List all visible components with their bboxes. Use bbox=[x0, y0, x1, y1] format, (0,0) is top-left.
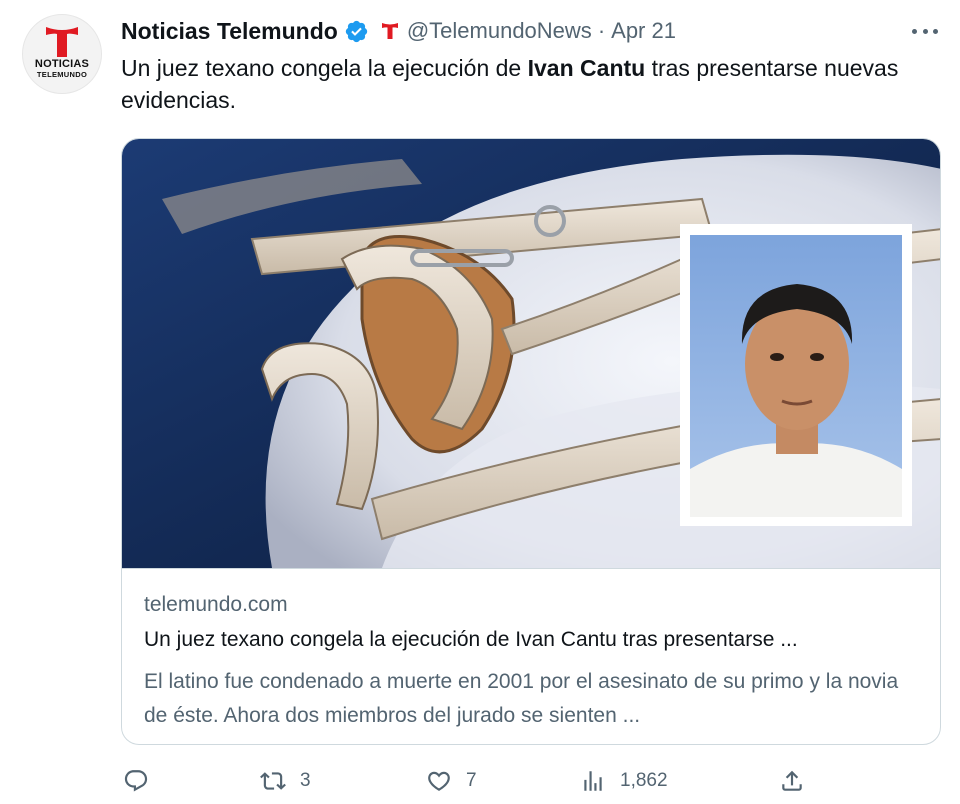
like-count: 7 bbox=[466, 770, 477, 791]
retweet-icon bbox=[260, 772, 286, 790]
display-name[interactable]: Noticias Telemundo bbox=[121, 18, 338, 45]
views-icon bbox=[584, 771, 602, 791]
reply-button[interactable] bbox=[123, 764, 163, 798]
tweet-text-before: Un juez texano congela la ejecución de bbox=[121, 55, 528, 81]
reply-icon bbox=[124, 770, 148, 792]
affiliate-badge-icon[interactable] bbox=[381, 21, 399, 41]
handle[interactable]: @TelemundoNews bbox=[407, 18, 592, 44]
tweet-text: Un juez texano congela la ejecución de I… bbox=[121, 52, 921, 116]
card-meta[interactable]: telemundo.com Un juez texano congela la … bbox=[122, 568, 940, 744]
avatar-line2: TELEMUNDO bbox=[36, 70, 88, 80]
share-button[interactable] bbox=[779, 764, 805, 798]
views-button[interactable]: 1,862 bbox=[580, 764, 668, 798]
tweet-text-bold: Ivan Cantu bbox=[527, 55, 646, 81]
more-icon[interactable] bbox=[912, 22, 938, 40]
card-domain: telemundo.com bbox=[144, 593, 288, 616]
share-icon bbox=[782, 770, 802, 791]
retweet-button[interactable]: 3 bbox=[260, 764, 311, 798]
tweet-header: Noticias Telemundo @TelemundoNews · Apr … bbox=[121, 14, 676, 48]
action-bar: 3 7 1,862 bbox=[121, 764, 811, 798]
link-card[interactable]: telemundo.com Un juez texano congela la … bbox=[121, 138, 941, 745]
avatar-brand-text: NOTICIAS TELEMUNDO bbox=[35, 59, 89, 79]
avatar[interactable]: NOTICIAS TELEMUNDO bbox=[22, 14, 102, 94]
like-button[interactable]: 7 bbox=[426, 764, 477, 798]
avatar-line1: NOTICIAS bbox=[34, 58, 90, 71]
separator-dot: · bbox=[597, 18, 606, 43]
telemundo-logo-icon bbox=[46, 27, 78, 58]
retweet-count: 3 bbox=[300, 770, 311, 791]
timestamp[interactable]: Apr 21 bbox=[611, 18, 676, 44]
card-title: Un juez texano congela la ejecución de I… bbox=[144, 628, 798, 651]
views-count: 1,862 bbox=[620, 770, 668, 791]
verified-badge-icon[interactable] bbox=[344, 19, 369, 44]
card-description: El latino fue condenado a muerte en 2001… bbox=[144, 670, 899, 727]
card-image-illustration bbox=[122, 139, 940, 568]
card-image[interactable] bbox=[122, 139, 940, 568]
like-icon bbox=[428, 771, 450, 791]
